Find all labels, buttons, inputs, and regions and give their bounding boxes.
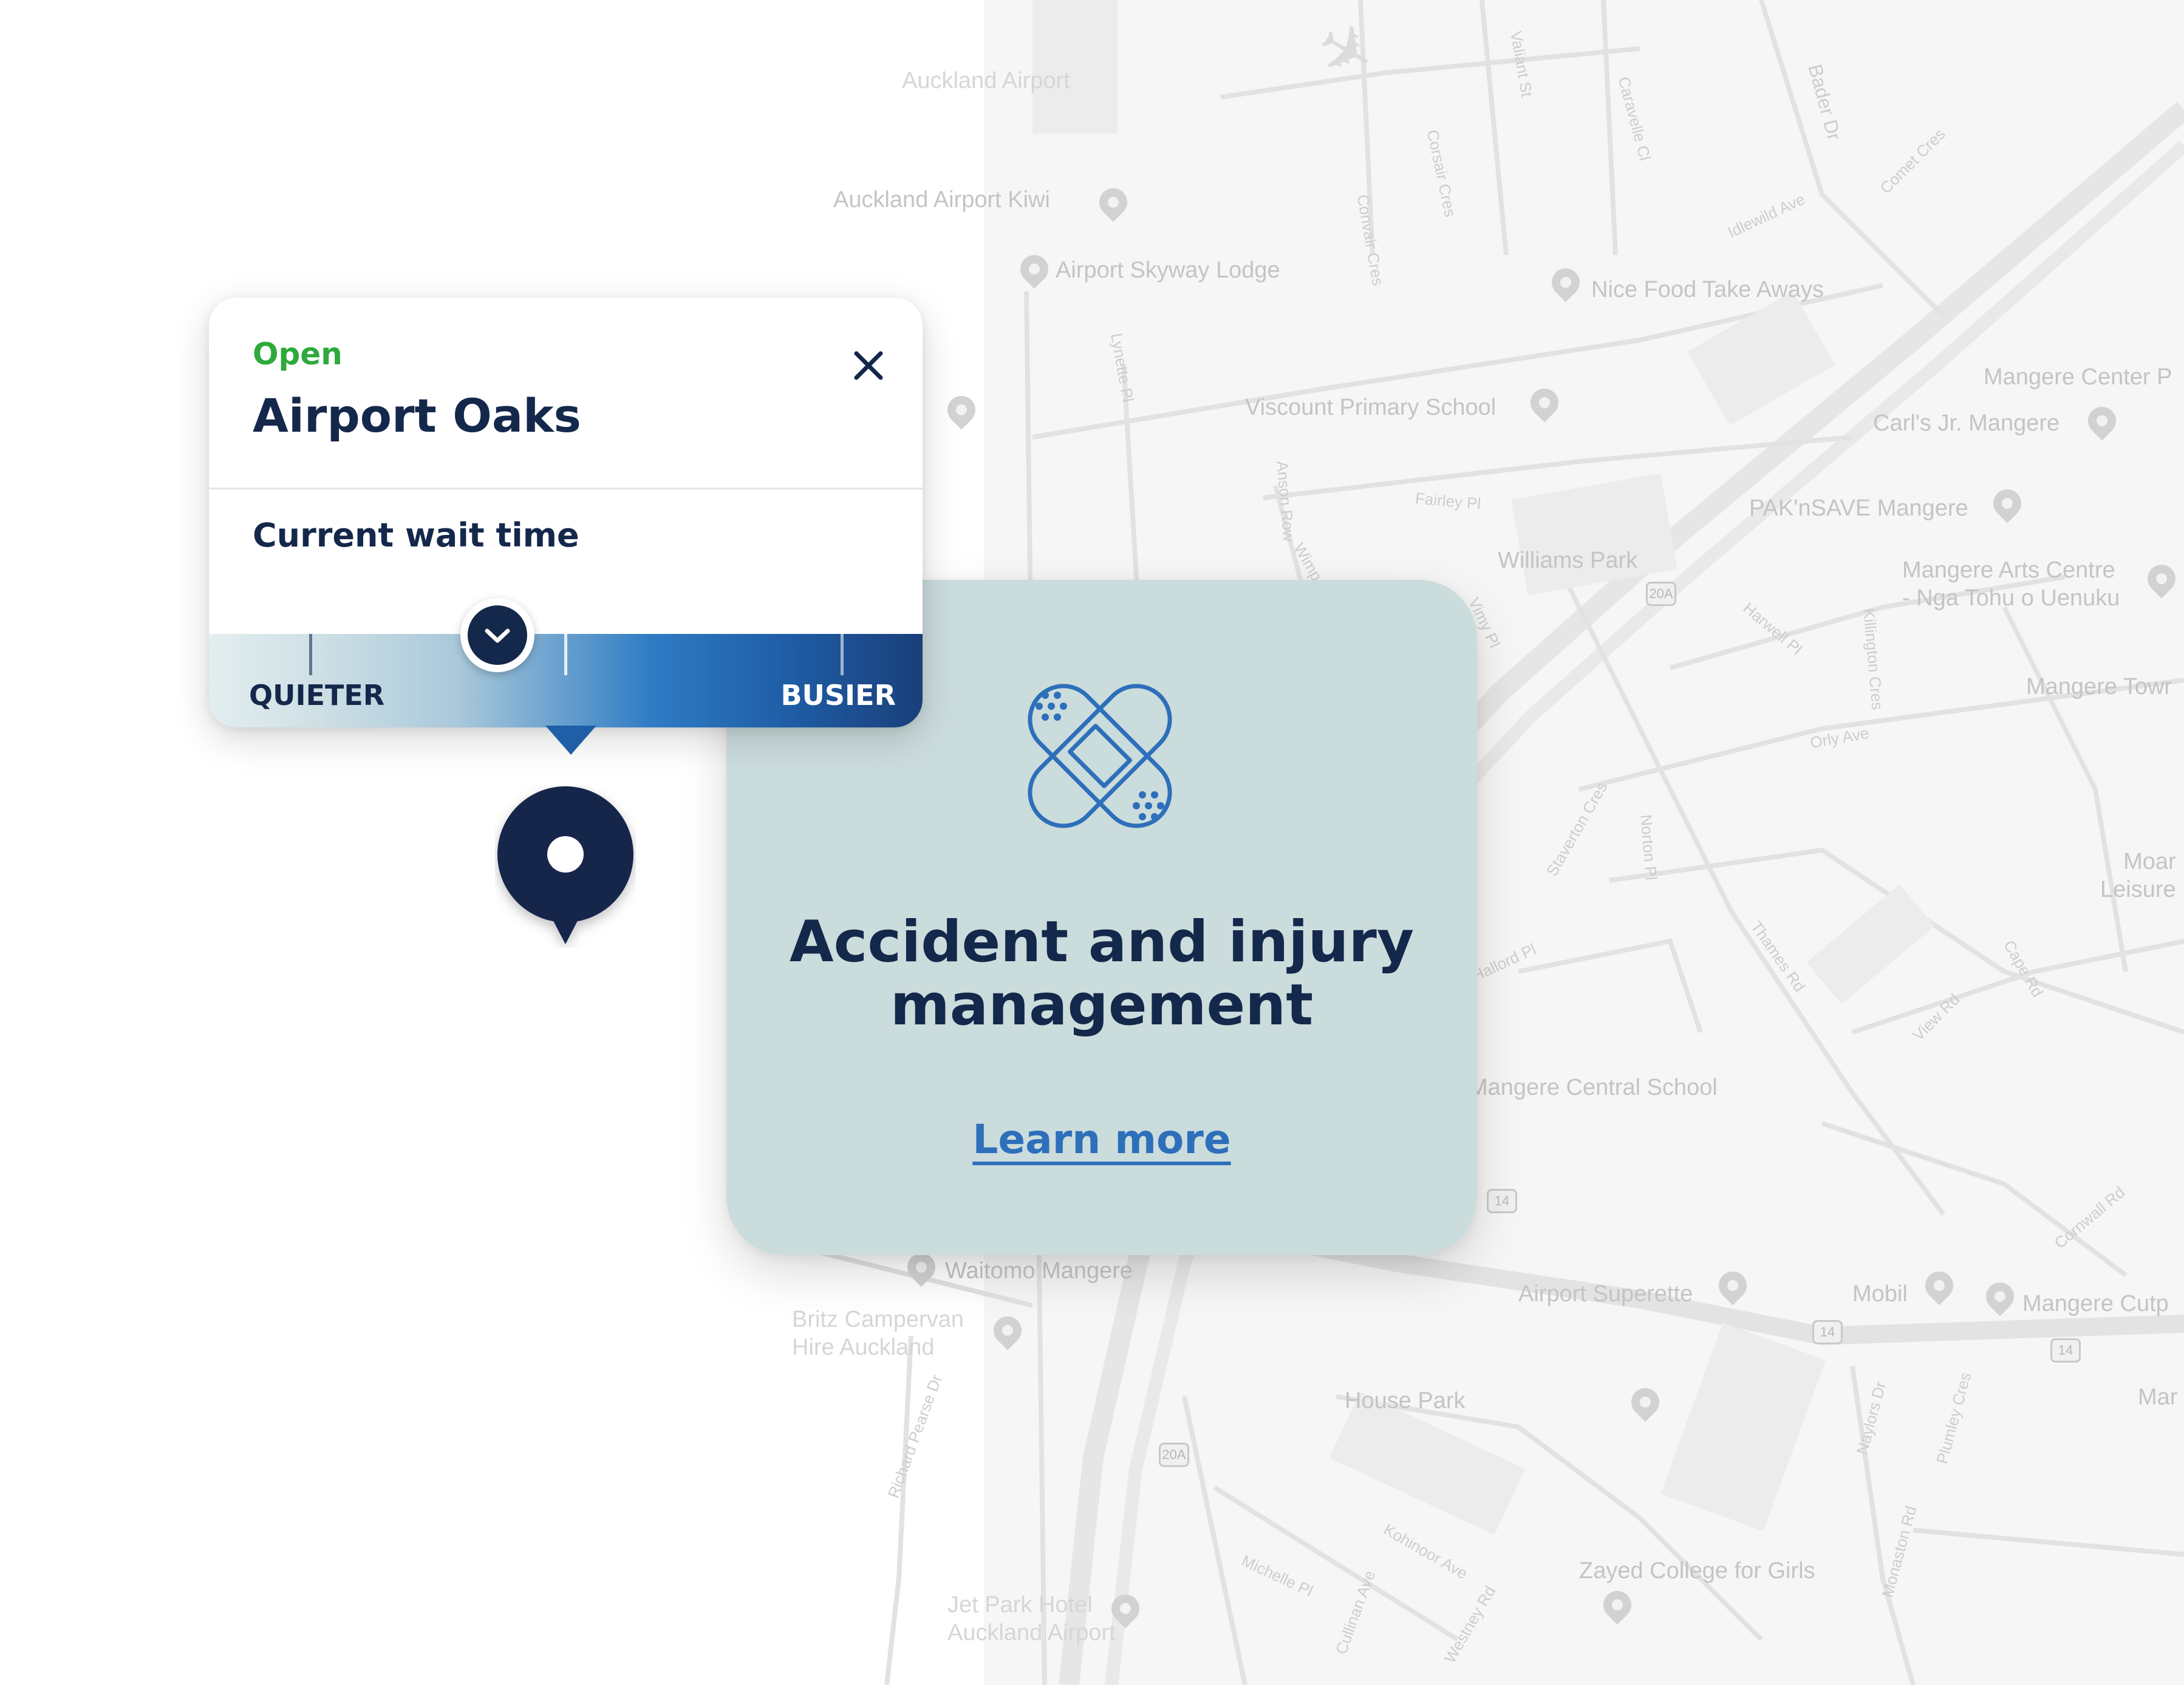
map-label: PAK'nSAVE Mangere: [1749, 495, 1968, 521]
wait-time-bar: QUIETER BUSIER: [209, 634, 923, 727]
map-label: Mobil: [1852, 1281, 1908, 1307]
map-label: Williams Park: [1498, 548, 1638, 573]
chevron-down-icon: [468, 605, 528, 665]
route-shield: 14: [1487, 1189, 1517, 1213]
map-pin-icon[interactable]: [495, 785, 636, 948]
map-label: Zayed College for Girls: [1579, 1558, 1815, 1584]
map-label: Mangere Towr: [2026, 674, 2172, 700]
location-info-card: Open Airport Oaks Current wait time QUIE…: [209, 298, 923, 727]
map-label: Carl's Jr. Mangere: [1873, 410, 2060, 436]
map-label: Airport Skyway Lodge: [1056, 257, 1280, 283]
map-label: Mar: [2138, 1384, 2178, 1410]
divider: [209, 488, 923, 489]
learn-more-link[interactable]: Learn more: [972, 1116, 1230, 1163]
map-label: Britz Campervan Hire Auckland: [792, 1307, 964, 1360]
map-label: House Park: [1345, 1388, 1466, 1414]
open-status: Open: [253, 336, 343, 372]
route-shield: 20A: [1159, 1443, 1189, 1467]
map-label: Mangere Cutp: [2022, 1291, 2169, 1316]
close-icon[interactable]: [844, 341, 893, 390]
map-label: Nice Food Take Aways: [1591, 277, 1824, 302]
map-label: Mangere Center P: [1984, 364, 2172, 390]
learn-more-container: Learn more: [726, 1116, 1477, 1163]
route-shield: 14: [2050, 1338, 2081, 1363]
map-label: Mangere Central School: [1469, 1075, 1718, 1100]
wait-level-indicator[interactable]: [460, 598, 535, 672]
map-label: Viscount Primary School: [1245, 395, 1496, 420]
map-label: Moar Leisure: [2100, 849, 2176, 902]
bandage-icon: [1028, 684, 1172, 828]
map-label: Waitomo Mangere: [945, 1258, 1133, 1284]
map-label: Mangere Arts Centre - Nga Tohu o Uenuku: [1902, 557, 2120, 611]
bar-tick: [309, 634, 312, 675]
map-label: Jet Park Hotel Auckland Airport: [947, 1592, 1116, 1646]
quieter-label: QUIETER: [249, 679, 385, 712]
map-label: Auckland Airport: [902, 68, 1070, 94]
map-label: Airport Superette: [1518, 1281, 1693, 1307]
location-name: Airport Oaks: [253, 389, 581, 443]
service-title: Accident and injury management: [789, 909, 1414, 1038]
route-shield: 14: [1812, 1320, 1843, 1344]
busier-label: BUSIER: [780, 679, 896, 712]
bar-tick: [564, 634, 567, 675]
route-shield: 20A: [1646, 582, 1676, 606]
map-label: Auckland Airport Kiwi: [833, 187, 1050, 213]
wait-time-label: Current wait time: [253, 516, 579, 554]
card-pointer: [545, 726, 596, 755]
bar-tick: [841, 634, 844, 675]
